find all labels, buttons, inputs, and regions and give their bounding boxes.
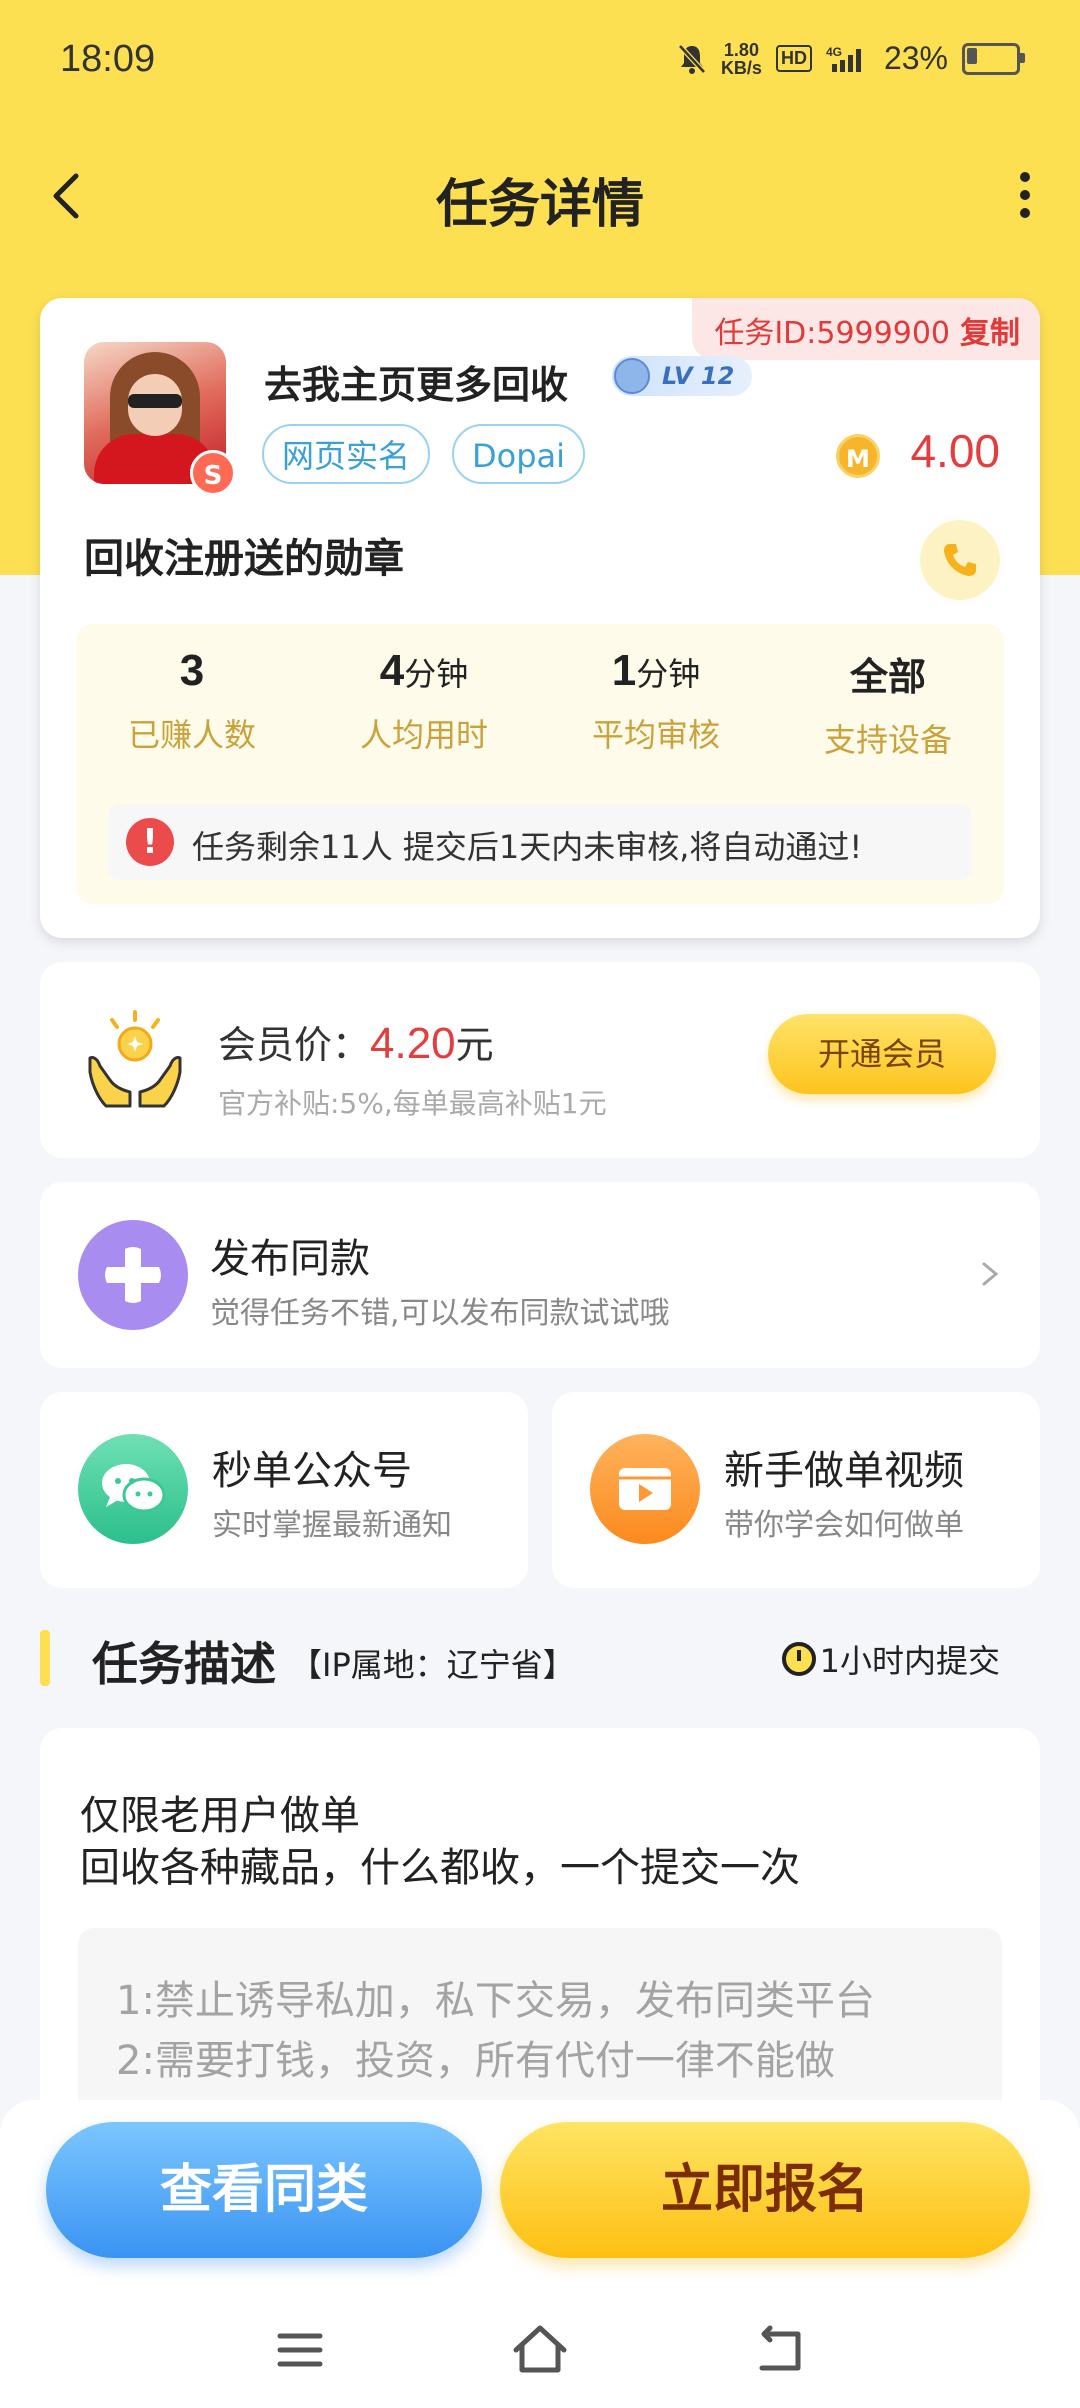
rule-line: 1:禁止诱导私加，私下交易，发布同类平台 <box>116 1978 875 2024</box>
ip-location: 【IP属地：辽宁省】 <box>290 1646 575 1684</box>
nav-bar: 任务详情 <box>0 140 1080 250</box>
stat-value: 1 <box>611 646 637 695</box>
hd-icon: HD <box>775 45 812 72</box>
task-card: 任务ID:5999900 复制 S 去我主页更多回收 LV 12 网页实名 Dop… <box>40 298 1040 938</box>
medal-icon <box>614 358 650 394</box>
promo-title: 新手做单视频 <box>724 1448 964 1494</box>
task-id: 任务ID:5999900 <box>714 316 950 351</box>
tutorial-video-card[interactable]: 新手做单视频 带你学会如何做单 <box>552 1392 1040 1588</box>
sign-up-button[interactable]: 立即报名 <box>500 2122 1030 2258</box>
description-header: 任务描述 【IP属地：辽宁省】 1小时内提交 <box>0 1620 1080 1700</box>
page-title: 任务详情 <box>435 175 644 235</box>
level-badge: LV 12 <box>612 356 752 396</box>
description-line: 回收各种藏品，什么都收，一个提交一次 <box>80 1845 800 1891</box>
publish-subtitle: 觉得任务不错,可以发布同款试试哦 <box>210 1296 670 1331</box>
copy-button[interactable]: 复制 <box>960 316 1020 351</box>
stat-label: 人均用时 <box>359 716 488 754</box>
clock-icon <box>781 1642 816 1676</box>
status-bar: 18:09 1.80 KB/s HD 4G 23% <box>0 0 1080 125</box>
chevron-right-icon <box>982 1262 999 1286</box>
vip-price-unit: 元 <box>455 1023 494 1067</box>
more-dot-icon <box>1020 172 1030 182</box>
task-notice: ! 任务剩余11人 提交后1天内未审核,将自动通过! <box>108 804 972 880</box>
stat-avg-time: 4分钟 人均用时 <box>308 646 540 756</box>
description-text: 仅限老用户做单 回收各种藏品，什么都收，一个提交一次 <box>80 1790 800 1894</box>
wechat-account-card[interactable]: 秒单公众号 实时掌握最新通知 <box>40 1392 528 1588</box>
task-price: 4.00 <box>910 425 1000 477</box>
vip-subsidy-text: 官方补贴:5%,每单最高补贴1元 <box>218 1087 607 1120</box>
open-vip-button[interactable]: 开通会员 <box>768 1014 996 1094</box>
description-line: 仅限老用户做单 <box>80 1793 360 1839</box>
battery-fill <box>967 47 977 64</box>
home-icon[interactable] <box>510 2320 570 2380</box>
promo-subtitle: 实时掌握最新通知 <box>212 1508 452 1543</box>
promo-subtitle: 带你学会如何做单 <box>724 1508 964 1543</box>
verified-badge-icon: S <box>190 450 236 496</box>
more-menu-button[interactable] <box>1000 160 1050 230</box>
hands-coin-icon <box>88 1010 182 1108</box>
stat-value: 3 <box>179 646 205 695</box>
phone-button[interactable] <box>920 520 1000 600</box>
tag-platform: Dopai <box>452 424 586 484</box>
warning-icon: ! <box>126 818 174 866</box>
publish-similar-card[interactable]: 发布同款 觉得任务不错,可以发布同款试试哦 <box>40 1182 1040 1368</box>
level-label: LV 12 <box>662 362 735 390</box>
deadline: 1小时内提交 <box>781 1636 1000 1682</box>
system-nav-bar <box>0 2300 1080 2400</box>
deadline-text: 1小时内提交 <box>819 1642 1000 1680</box>
stat-value: 4 <box>379 646 405 695</box>
bottom-action-bar: 查看同类 立即报名 <box>0 2100 1080 2408</box>
section-accent-bar <box>40 1630 50 1686</box>
stat-avg-review: 1分钟 平均审核 <box>540 646 772 756</box>
task-id-badge: 任务ID:5999900 复制 <box>692 298 1040 360</box>
rule-line: 2:需要打钱，投资，所有代付一律不能做 <box>116 2038 835 2084</box>
menu-icon[interactable] <box>270 2320 330 2380</box>
stat-label: 已赚人数 <box>127 716 256 754</box>
video-icon <box>590 1434 700 1544</box>
wechat-icon <box>78 1434 188 1544</box>
network-speed: 1.80 KB/s <box>720 39 762 78</box>
stat-devices: 全部 支持设备 <box>772 646 1004 761</box>
vip-card: 会员价：4.20元 官方补贴:5%,每单最高补贴1元 开通会员 <box>40 962 1040 1158</box>
notice-text: 任务剩余11人 提交后1天内未审核,将自动通过! <box>192 828 863 866</box>
stat-label: 平均审核 <box>591 716 720 754</box>
stat-earned-count: 3 已赚人数 <box>76 646 308 756</box>
more-dot-icon <box>1020 190 1030 200</box>
chat-bubbles-shape <box>102 1464 166 1513</box>
promo-title: 秒单公众号 <box>212 1448 412 1494</box>
svg-text:4G: 4G <box>826 45 842 59</box>
battery-icon <box>962 42 1025 75</box>
description-title: 任务描述 <box>92 1637 276 1691</box>
stat-unit: 分钟 <box>404 655 469 693</box>
video-shape <box>619 1468 671 1510</box>
plus-icon <box>78 1220 188 1330</box>
status-time: 18:09 <box>60 38 156 80</box>
status-icons: 1.80 KB/s HD 4G 23% <box>677 39 1025 78</box>
task-title: 回收注册送的勋章 <box>84 536 404 582</box>
tag-real-name: 网页实名 <box>262 424 431 484</box>
vip-price-line: 会员价：4.20元 <box>218 1014 494 1069</box>
back-nav-icon[interactable] <box>750 2320 810 2380</box>
publish-title: 发布同款 <box>210 1236 370 1282</box>
stat-value: 全部 <box>849 655 926 699</box>
publisher-name[interactable]: 去我主页更多回收 <box>264 354 568 409</box>
more-dot-icon <box>1020 208 1030 218</box>
stat-unit: 分钟 <box>636 655 701 693</box>
task-stats: 3 已赚人数 4分钟 人均用时 1分钟 平均审核 全部 支持设备 ! 任务剩余1… <box>76 624 1004 904</box>
mute-bell-icon <box>678 43 706 74</box>
stat-label: 支持设备 <box>823 721 952 759</box>
coin-icon: M <box>836 434 880 478</box>
vip-price-label: 会员价： <box>218 1023 371 1067</box>
phone-icon <box>944 544 976 576</box>
signal-icon: 4G <box>826 45 861 72</box>
vip-price: 4.20 <box>370 1019 456 1068</box>
view-similar-button[interactable]: 查看同类 <box>46 2122 482 2258</box>
battery-percent: 23% <box>883 40 948 76</box>
plus-shape <box>105 1247 161 1303</box>
avatar-glasses <box>128 394 182 408</box>
